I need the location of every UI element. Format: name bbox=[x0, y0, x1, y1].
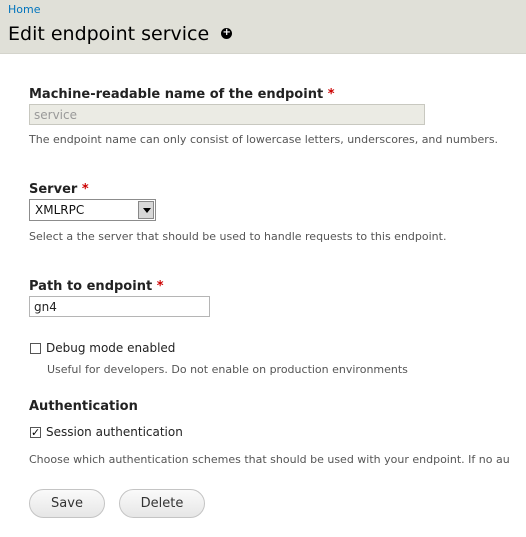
authentication-title: Authentication bbox=[29, 399, 138, 414]
path-input[interactable] bbox=[29, 296, 210, 317]
add-shortcut-icon[interactable]: + bbox=[221, 28, 233, 39]
chevron-down-icon[interactable] bbox=[138, 201, 154, 219]
required-marker: * bbox=[81, 182, 89, 197]
page-header: Home Edit endpoint service + bbox=[0, 0, 526, 54]
machine-name-input bbox=[29, 104, 425, 125]
session-auth-label[interactable]: Session authentication bbox=[46, 425, 183, 439]
delete-button[interactable]: Delete bbox=[119, 489, 205, 518]
server-select[interactable]: XMLRPC bbox=[29, 199, 156, 221]
page-title: Edit endpoint service + bbox=[8, 23, 233, 45]
page-title-text: Edit endpoint service bbox=[8, 23, 210, 45]
server-select-value: XMLRPC bbox=[35, 203, 85, 217]
server-label: Server * bbox=[29, 182, 89, 197]
debug-checkbox-label[interactable]: Debug mode enabled bbox=[46, 341, 175, 355]
server-description: Select a the server that should be used … bbox=[29, 230, 447, 243]
debug-checkbox[interactable] bbox=[30, 343, 41, 354]
session-auth-checkbox[interactable]: ✓ bbox=[30, 427, 41, 438]
machine-name-label: Machine-readable name of the endpoint * bbox=[29, 87, 335, 102]
server-label-text: Server bbox=[29, 182, 78, 197]
path-label-text: Path to endpoint bbox=[29, 279, 153, 294]
required-marker: * bbox=[156, 279, 164, 294]
machine-name-label-text: Machine-readable name of the endpoint bbox=[29, 87, 324, 102]
required-marker: * bbox=[327, 87, 335, 102]
breadcrumb-home-link[interactable]: Home bbox=[8, 3, 40, 16]
save-button[interactable]: Save bbox=[29, 489, 105, 518]
debug-description: Useful for developers. Do not enable on … bbox=[47, 363, 408, 376]
authentication-description: Choose which authentication schemes that… bbox=[29, 453, 510, 466]
path-label: Path to endpoint * bbox=[29, 279, 164, 294]
machine-name-description: The endpoint name can only consist of lo… bbox=[29, 133, 499, 146]
